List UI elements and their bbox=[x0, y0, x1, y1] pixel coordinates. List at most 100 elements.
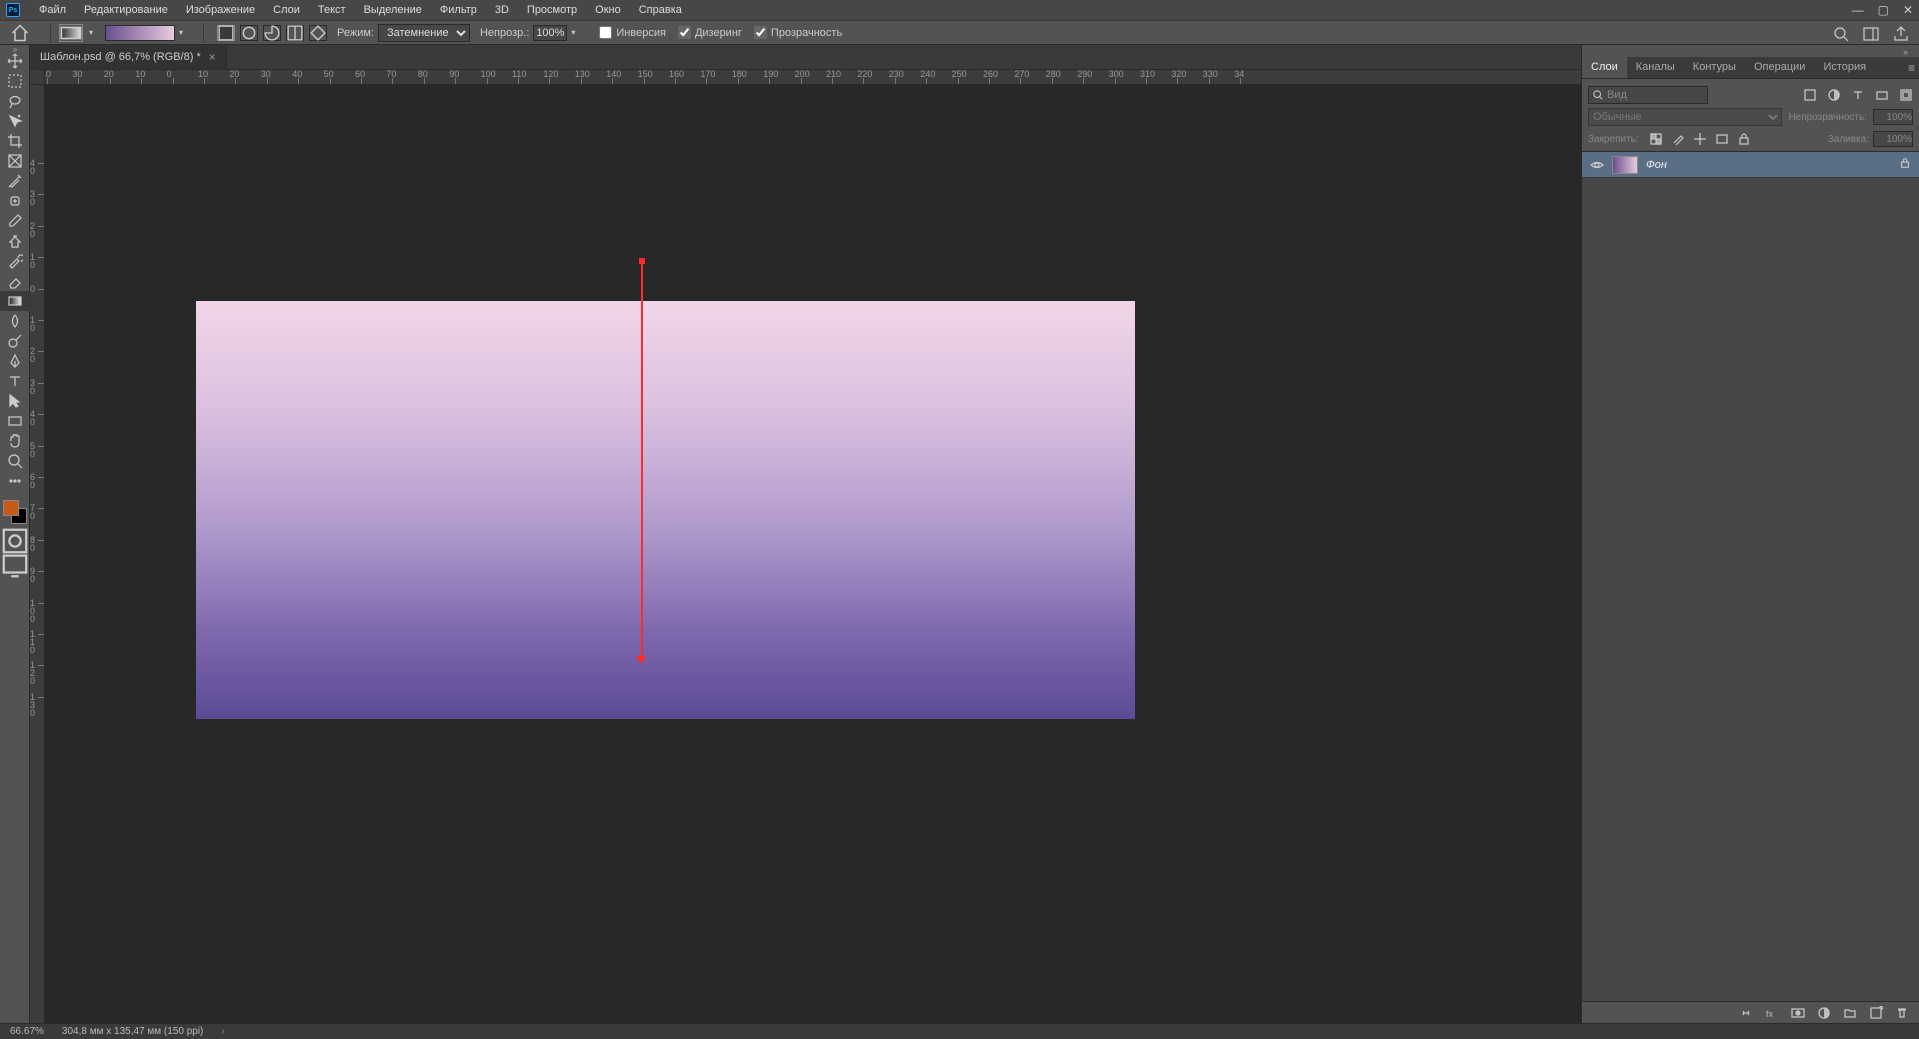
path-select-tool[interactable] bbox=[0, 391, 30, 411]
dither-checkbox[interactable]: Дизеринг bbox=[678, 26, 742, 39]
transparency-checkbox[interactable]: Прозрачность bbox=[754, 26, 842, 39]
blend-mode-select-panel[interactable]: Обычные bbox=[1588, 108, 1782, 126]
blend-mode-select[interactable]: Затемнение bbox=[378, 24, 470, 42]
layer-name[interactable]: Фон bbox=[1646, 159, 1667, 171]
filter-adjust-icon[interactable] bbox=[1827, 88, 1841, 102]
linear-gradient-button[interactable] bbox=[217, 25, 235, 41]
lock-artboard-icon[interactable] bbox=[1715, 132, 1729, 146]
quick-select-tool[interactable] bbox=[0, 111, 30, 131]
crop-tool[interactable] bbox=[0, 131, 30, 151]
delete-layer-icon[interactable] bbox=[1895, 1006, 1909, 1020]
minimize-icon[interactable]: — bbox=[1852, 3, 1864, 17]
gradient-tool[interactable] bbox=[0, 291, 30, 311]
menu-filter[interactable]: Фильтр bbox=[431, 4, 486, 16]
menu-window[interactable]: Окно bbox=[586, 4, 630, 16]
layer-mask-icon[interactable] bbox=[1791, 1006, 1805, 1020]
lock-position-icon[interactable] bbox=[1693, 132, 1707, 146]
menu-view[interactable]: Просмотр bbox=[518, 4, 586, 16]
layer-filter-input[interactable]: Вид bbox=[1588, 86, 1708, 104]
tab-actions[interactable]: Операции bbox=[1745, 57, 1814, 78]
menu-image[interactable]: Изображение bbox=[177, 4, 264, 16]
gradient-picker-dropdown[interactable]: ▾ bbox=[175, 24, 187, 42]
search-icon[interactable] bbox=[1833, 26, 1849, 42]
rectangle-tool[interactable] bbox=[0, 411, 30, 431]
healing-tool[interactable] bbox=[0, 191, 30, 211]
eraser-tool[interactable] bbox=[0, 271, 30, 291]
document-tab[interactable]: Шаблон.psd @ 66,7% (RGB/8) * × bbox=[30, 45, 227, 69]
brush-tool[interactable] bbox=[0, 211, 30, 231]
filter-type-icon[interactable] bbox=[1851, 88, 1865, 102]
menu-file[interactable]: Файл bbox=[30, 4, 75, 16]
screen-mode-button[interactable] bbox=[0, 555, 30, 575]
tab-layers[interactable]: Слои bbox=[1582, 57, 1627, 78]
dodge-tool[interactable] bbox=[0, 331, 30, 351]
lasso-tool[interactable] bbox=[0, 91, 30, 111]
fill-input[interactable] bbox=[1873, 131, 1913, 147]
quick-mask-button[interactable] bbox=[0, 531, 30, 551]
menu-edit[interactable]: Редактирование bbox=[75, 4, 177, 16]
group-layers-icon[interactable] bbox=[1843, 1006, 1857, 1020]
reverse-checkbox[interactable]: Инверсия bbox=[599, 26, 666, 39]
history-brush-tool[interactable] bbox=[0, 251, 30, 271]
menu-layer[interactable]: Слои bbox=[264, 4, 309, 16]
lock-transparency-icon[interactable] bbox=[1649, 132, 1663, 146]
pen-tool[interactable] bbox=[0, 351, 30, 371]
close-icon[interactable]: ✕ bbox=[1903, 3, 1913, 17]
adjustment-layer-icon[interactable] bbox=[1817, 1006, 1831, 1020]
diamond-gradient-button[interactable] bbox=[309, 25, 327, 41]
share-icon[interactable] bbox=[1893, 26, 1909, 42]
horizontal-ruler[interactable]: 4030201001020304050607080901001101201301… bbox=[45, 70, 1581, 85]
clone-tool[interactable] bbox=[0, 231, 30, 251]
lock-all-icon[interactable] bbox=[1737, 132, 1751, 146]
hand-tool[interactable] bbox=[0, 431, 30, 451]
menu-type[interactable]: Текст bbox=[309, 4, 355, 16]
maximize-icon[interactable]: ▢ bbox=[1878, 3, 1889, 17]
reflected-gradient-button[interactable] bbox=[286, 25, 304, 41]
panel-opacity-input[interactable] bbox=[1873, 109, 1913, 125]
layer-fx-icon[interactable]: fx bbox=[1765, 1006, 1779, 1020]
type-tool[interactable] bbox=[0, 371, 30, 391]
home-button[interactable] bbox=[10, 24, 30, 42]
new-layer-icon[interactable] bbox=[1869, 1006, 1883, 1020]
edit-toolbar-button[interactable] bbox=[0, 471, 30, 491]
document-dimensions[interactable]: 304,8 мм x 135,47 мм (150 ppi) bbox=[62, 1026, 203, 1037]
menu-help[interactable]: Справка bbox=[630, 4, 691, 16]
visibility-icon[interactable] bbox=[1590, 158, 1604, 172]
workspace-icon[interactable] bbox=[1863, 26, 1879, 42]
link-layers-icon[interactable] bbox=[1739, 1006, 1753, 1020]
filter-smart-icon[interactable] bbox=[1899, 88, 1913, 102]
lock-pixels-icon[interactable] bbox=[1671, 132, 1685, 146]
menu-select[interactable]: Выделение bbox=[355, 4, 431, 16]
ruler-origin[interactable] bbox=[30, 70, 45, 85]
close-tab-icon[interactable]: × bbox=[209, 50, 216, 64]
tool-preset-dropdown[interactable]: ▾ bbox=[85, 24, 97, 42]
color-swatches[interactable] bbox=[0, 497, 30, 527]
opacity-dropdown[interactable]: ▾ bbox=[567, 24, 579, 42]
move-tool[interactable] bbox=[0, 51, 30, 71]
filter-shape-icon[interactable] bbox=[1875, 88, 1889, 102]
tab-paths[interactable]: Контуры bbox=[1684, 57, 1745, 78]
status-menu-icon[interactable]: › bbox=[221, 1026, 224, 1037]
layer-thumbnail[interactable] bbox=[1612, 156, 1638, 174]
opacity-input[interactable] bbox=[533, 25, 567, 41]
foreground-color[interactable] bbox=[3, 500, 19, 516]
tab-history[interactable]: История bbox=[1814, 57, 1875, 78]
angle-gradient-button[interactable] bbox=[263, 25, 281, 41]
radial-gradient-button[interactable] bbox=[240, 25, 258, 41]
vertical-ruler[interactable]: 403020100102030405060708090100110120130 bbox=[30, 85, 45, 1023]
zoom-tool[interactable] bbox=[0, 451, 30, 471]
blur-tool[interactable] bbox=[0, 311, 30, 331]
filter-pixel-icon[interactable] bbox=[1803, 88, 1817, 102]
tab-channels[interactable]: Каналы bbox=[1627, 57, 1684, 78]
layer-lock-icon[interactable] bbox=[1899, 157, 1911, 172]
panel-menu-icon[interactable]: ≡ bbox=[1908, 61, 1915, 75]
menu-3d[interactable]: 3D bbox=[486, 4, 518, 16]
zoom-level[interactable]: 66.67% bbox=[10, 1026, 44, 1037]
eyedropper-tool[interactable] bbox=[0, 171, 30, 191]
frame-tool[interactable] bbox=[0, 151, 30, 171]
gradient-tool-icon[interactable] bbox=[59, 24, 83, 42]
marquee-tool[interactable] bbox=[0, 71, 30, 91]
layer-row[interactable]: Фон bbox=[1582, 152, 1919, 178]
document-canvas[interactable] bbox=[196, 301, 1135, 719]
gradient-picker[interactable] bbox=[105, 25, 175, 41]
